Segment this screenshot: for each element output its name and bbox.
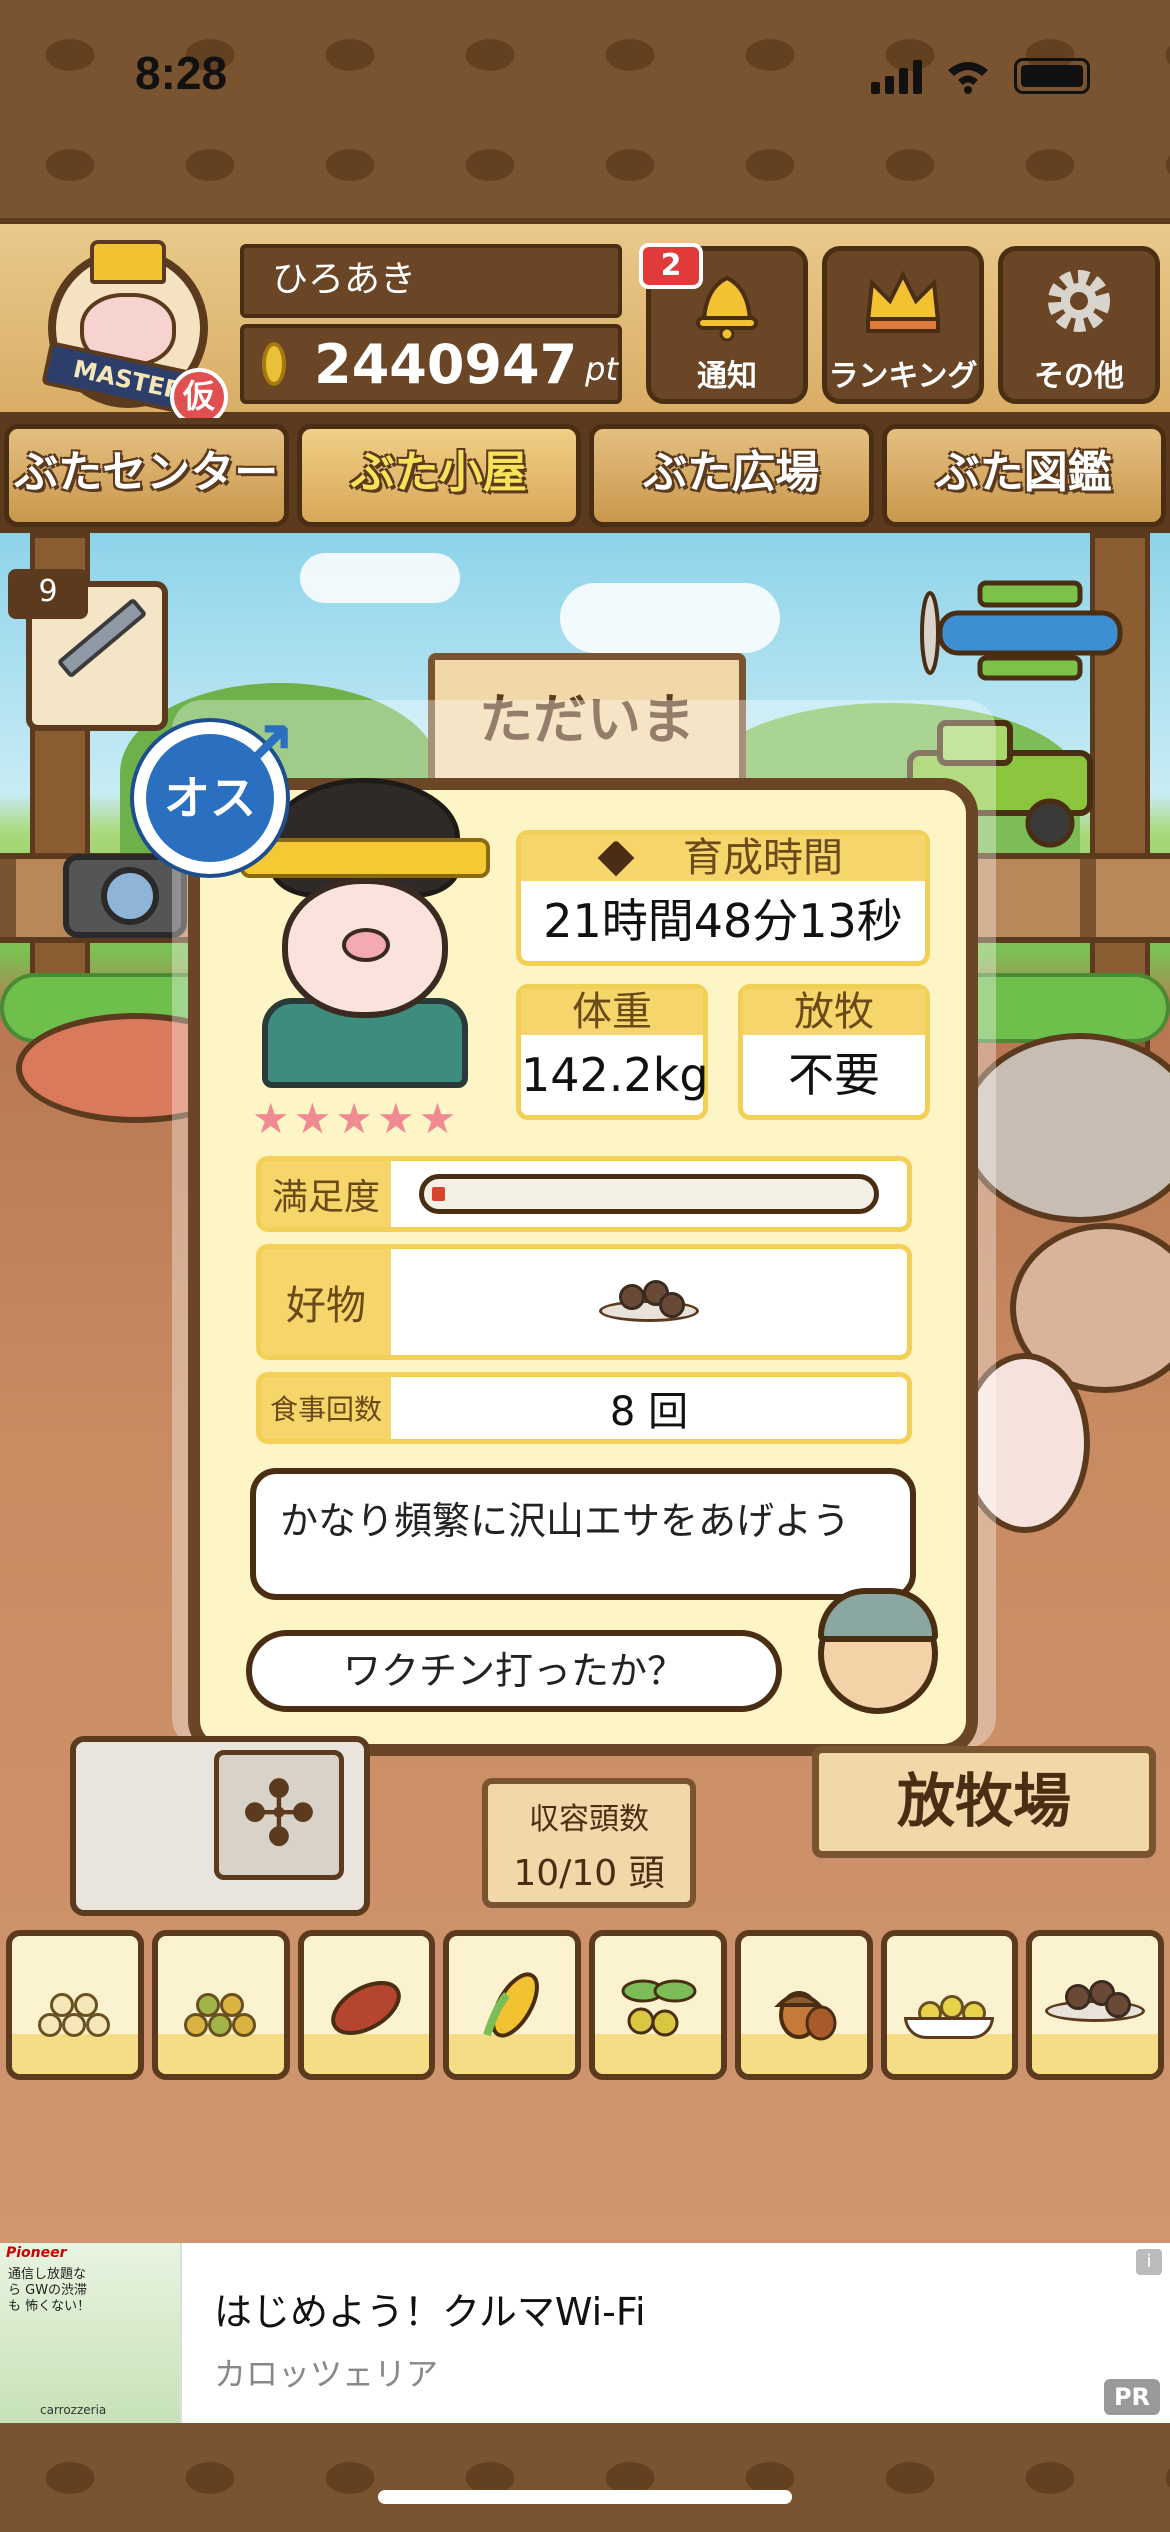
wifi-icon [944, 58, 992, 94]
coin-icon [262, 342, 287, 386]
corn-icon [483, 1972, 540, 2038]
status-time: 8:28 [135, 47, 228, 99]
points-value: 2440947 [314, 332, 578, 396]
satisfaction-label: 満足度 [261, 1161, 391, 1227]
food-bar [0, 1930, 1170, 2080]
growth-time-label: 育成時間 [683, 835, 843, 881]
favorite-label: 好物 [261, 1249, 391, 1355]
food-slot-olive[interactable] [589, 1930, 727, 2080]
ad-brand: Pioneer [6, 2245, 67, 2261]
satisfaction-row: 満足度 [256, 1156, 912, 1232]
bottom-background [0, 2423, 1170, 2532]
avatar-crown-icon [90, 240, 166, 284]
ad-pr-badge: PR [1104, 2379, 1160, 2415]
food-slot-corn[interactable] [443, 1930, 581, 2080]
capacity-sign: 収容頭数 10/10 頭 [482, 1778, 696, 1908]
other-label: その他 [1034, 359, 1124, 394]
vaccine-count: 9 [8, 569, 88, 619]
meal-count-label: 食事回数 [261, 1377, 391, 1439]
food-slot-acorn[interactable] [734, 1930, 873, 2080]
points-unit: pt [585, 350, 618, 388]
satisfaction-fill [432, 1187, 445, 1201]
tab-buta-center[interactable]: ぶたセンター [4, 424, 289, 527]
tab-buta-encyclopedia[interactable]: ぶた図鑑 [881, 424, 1166, 527]
ad-thumb-text: 通信し放題なら GWの渋滞も 怖くない！ [8, 2267, 91, 2314]
advice-bubble: かなり頻繁に沢山エサをあげよう [250, 1468, 916, 1600]
food-slot-meatball[interactable] [1026, 1930, 1164, 2080]
battery-icon [1014, 58, 1090, 94]
player-avatar[interactable]: MASTER 仮 [30, 238, 228, 426]
notification-button[interactable]: 2 通知 [639, 243, 808, 404]
grazing-label: 放牧 [743, 989, 925, 1035]
mixed-grain-icon [176, 1983, 266, 2043]
tab-buta-plaza[interactable]: ぶた広場 [589, 424, 874, 527]
growth-time-box: 育成時間 21時間48分13秒 [516, 830, 930, 966]
growth-time-value: 21時間48分13秒 [543, 894, 903, 948]
weight-value: 142.2kg [521, 1048, 709, 1102]
header-bar: MASTER 仮 ひろあき 2440947 pt 2 通知 ランキング その他 [0, 218, 1170, 426]
meatball-plate-icon [1045, 1980, 1146, 2030]
home-indicator[interactable] [378, 2490, 792, 2504]
weight-box: 体重 142.2kg [516, 984, 709, 1120]
food-slot-sweet-potato[interactable] [297, 1930, 436, 2080]
farmer-speech-bubble: ワクチン打ったか？ [246, 1630, 782, 1712]
ad-info-icon[interactable]: i [1136, 2249, 1162, 2275]
weight-label: 体重 [521, 989, 703, 1035]
male-symbol-icon: ↗ [236, 705, 297, 789]
sweet-potato-icon [331, 1981, 402, 2035]
soybean-bowl-icon [904, 1983, 995, 2043]
notification-badge: 2 [639, 243, 703, 289]
olive-branch-icon [621, 1979, 697, 2037]
gear-icon [1003, 251, 1155, 351]
meal-count-row: 食事回数 8 回 [256, 1372, 912, 1444]
signal-icon [871, 60, 922, 94]
fan-icon[interactable]: ✣ [214, 1750, 344, 1880]
capacity-value: 10/10 頭 [513, 1853, 665, 1894]
grazing-value: 不要 [788, 1048, 880, 1102]
ranking-button[interactable]: ランキング [822, 246, 984, 404]
heart-icon [597, 839, 635, 877]
crown-icon [827, 251, 979, 351]
pig-hair-ornament [240, 838, 490, 878]
acorn-icon [773, 1991, 837, 2041]
ranking-label: ランキング [828, 359, 978, 394]
rating-stars: ★★★★★ [252, 1094, 461, 1143]
ad-title[interactable]: はじめよう！クルマWi-Fi [214, 2281, 646, 2336]
user-name: ひろあき [240, 244, 622, 318]
ad-thumb-footer: carrozzeria [40, 2403, 107, 2417]
satisfaction-bar [419, 1174, 879, 1214]
grain-pile-icon [30, 1983, 120, 2043]
other-button[interactable]: その他 [998, 246, 1160, 404]
cloud [560, 583, 780, 653]
pasture-sign-button[interactable]: 放牧場 [812, 1746, 1156, 1858]
points-display: 2440947 pt [240, 324, 622, 404]
ad-thumbnail[interactable]: Pioneer 通信し放題なら GWの渋滞も 怖くない！ carrozzeria [0, 2243, 182, 2423]
airplane-icon [920, 580, 1123, 681]
food-slot-grain[interactable] [6, 1930, 144, 2080]
tab-buta-hut[interactable]: ぶた小屋 [296, 424, 581, 527]
food-slot-mixed-grain[interactable] [151, 1930, 290, 2080]
ad-subtitle: カロッツェリア [214, 2355, 439, 2393]
meal-count-value: 8 回 [609, 1389, 689, 1435]
status-bar: 8:28 [0, 0, 1170, 150]
grazing-box: 放牧 不要 [738, 984, 930, 1120]
favorite-row: 好物 [256, 1244, 912, 1360]
food-slot-soybean[interactable] [880, 1930, 1019, 2080]
pig-nose [342, 928, 390, 962]
status-icons [871, 58, 1090, 94]
growth-time-header: 育成時間 [521, 835, 925, 881]
meatball-plate-icon [599, 1280, 699, 1324]
capacity-label: 収容頭数 [529, 1802, 649, 1837]
notification-label: 通知 [697, 359, 757, 394]
cloud [300, 553, 460, 603]
ad-banner[interactable]: Pioneer 通信し放題なら GWの渋滞も 怖くない！ carrozzeria… [0, 2243, 1170, 2423]
main-navigation: ぶたセンター ぶた小屋 ぶた広場 ぶた図鑑 [0, 418, 1170, 533]
